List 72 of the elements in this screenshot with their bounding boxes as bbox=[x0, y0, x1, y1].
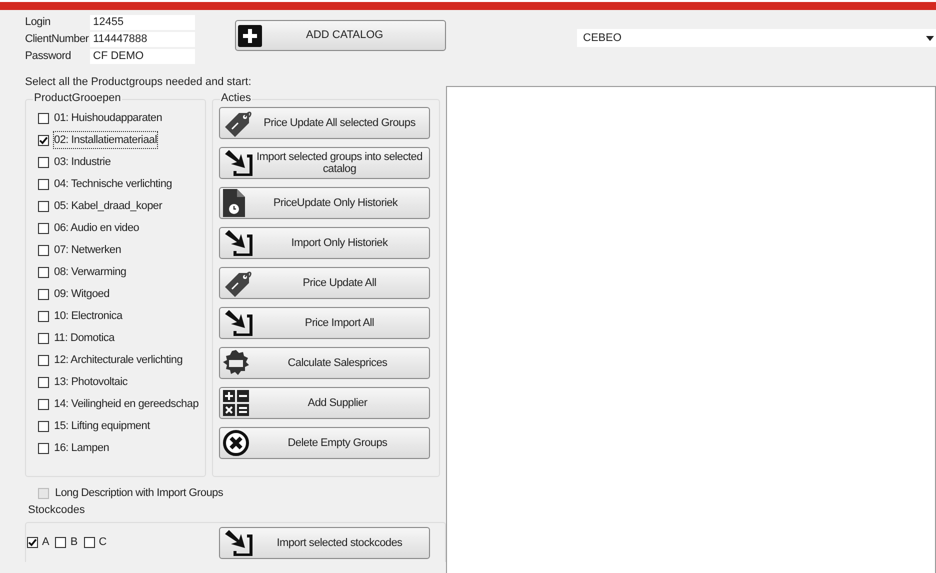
action-button[interactable]: Delete Empty Groups bbox=[219, 427, 430, 459]
tag-icon bbox=[223, 109, 253, 137]
import-stockcodes-button[interactable]: Import selected stockcodes bbox=[219, 526, 430, 558]
plus-icon bbox=[238, 24, 262, 46]
checkbox-label: 08: Verwarming bbox=[54, 264, 126, 280]
tag-icon bbox=[223, 269, 253, 297]
checkbox-label: Long Description with Import Groups bbox=[55, 486, 224, 501]
checkbox-label: 05: Kabel_draad_koper bbox=[54, 198, 162, 214]
checkbox[interactable] bbox=[38, 354, 49, 366]
checkbox[interactable] bbox=[84, 537, 95, 548]
field-label: ClientNumber bbox=[25, 32, 90, 48]
delete-circle-icon bbox=[223, 430, 249, 456]
checkbox[interactable] bbox=[38, 156, 49, 168]
import-arrow-icon bbox=[223, 530, 253, 556]
checkbox[interactable] bbox=[38, 420, 49, 432]
import-arrow-icon bbox=[223, 230, 253, 256]
checkbox-label: A bbox=[42, 535, 50, 550]
catalog-dropdown[interactable]: CEBEO bbox=[577, 29, 936, 47]
checkbox[interactable] bbox=[38, 288, 49, 300]
action-button[interactable]: Import selected groups into selected catalog bbox=[219, 147, 430, 179]
action-button[interactable]: Price Update All bbox=[219, 267, 430, 299]
input-field[interactable]: CF DEMO bbox=[90, 49, 195, 64]
checkbox-label: 14: Veilingheid en gereedschap bbox=[54, 396, 199, 412]
checkbox[interactable] bbox=[55, 537, 66, 548]
group-title: ProductGrooepen bbox=[33, 92, 122, 105]
document-clock-icon bbox=[223, 189, 245, 217]
group-title: Stockcodes bbox=[27, 504, 86, 517]
checkbox[interactable] bbox=[38, 266, 49, 278]
calculator-icon bbox=[223, 390, 249, 416]
checkbox[interactable] bbox=[38, 376, 49, 388]
checkbox[interactable] bbox=[38, 222, 49, 234]
input-field[interactable]: 114447888 bbox=[90, 32, 195, 47]
action-button[interactable]: Import Only Historiek bbox=[219, 227, 430, 259]
checkbox[interactable] bbox=[38, 398, 49, 410]
dropdown-arrow-icon bbox=[926, 36, 934, 40]
add-catalog-button[interactable]: ADD CATALOG bbox=[235, 20, 446, 51]
checkbox-label: 07: Netwerken bbox=[54, 242, 122, 258]
checkbox[interactable] bbox=[38, 200, 49, 212]
checkbox[interactable] bbox=[38, 134, 49, 146]
checkbox-label: 12: Architecturale verlichting bbox=[54, 352, 183, 368]
checkbox-label: 02: Installatiemateriaal bbox=[54, 132, 157, 148]
action-button[interactable]: Price Import All bbox=[219, 307, 430, 339]
action-button[interactable]: Calculate Salesprices bbox=[219, 347, 430, 379]
import-arrow-icon bbox=[223, 310, 253, 336]
input-field[interactable]: 12455 bbox=[90, 15, 195, 30]
action-button[interactable]: Add Supplier bbox=[219, 387, 430, 419]
action-button[interactable]: Price Update All selected Groups bbox=[219, 107, 430, 139]
checkbox-label: 03: Industrie bbox=[54, 154, 111, 170]
checkbox-label: 11: Domotica bbox=[54, 330, 114, 346]
action-button[interactable]: PriceUpdate Only Historiek bbox=[219, 187, 430, 219]
sale-badge-icon bbox=[223, 350, 249, 376]
checkbox-label: 06: Audio en video bbox=[54, 220, 140, 236]
checkbox[interactable] bbox=[38, 442, 49, 454]
checkbox-label: 15: Lifting equipment bbox=[54, 418, 150, 434]
checkbox[interactable] bbox=[38, 332, 49, 344]
instruction-text: Select all the Productgroups needed and start: bbox=[25, 76, 252, 88]
checkbox-label: 13: Photovoltaic bbox=[54, 374, 128, 390]
checkbox[interactable] bbox=[38, 244, 49, 256]
field-label: Password bbox=[25, 49, 72, 64]
checkbox-label: 10: Electronica bbox=[54, 308, 122, 324]
checkbox[interactable] bbox=[38, 178, 49, 190]
checkbox-label: 04: Technische verlichting bbox=[54, 176, 172, 192]
field-label: Login bbox=[25, 15, 52, 30]
checkbox-label: 01: Huishoudapparaten bbox=[54, 110, 162, 126]
checkbox[interactable] bbox=[27, 537, 38, 548]
checkbox[interactable] bbox=[38, 112, 49, 124]
checkbox-label: B bbox=[70, 535, 78, 550]
checkbox-label: 09: Witgoed bbox=[54, 286, 110, 302]
checkbox-label: 16: Lampen bbox=[54, 440, 110, 456]
checkbox-label: C bbox=[98, 535, 107, 550]
import-arrow-icon bbox=[223, 150, 253, 176]
checkbox[interactable] bbox=[38, 310, 49, 322]
